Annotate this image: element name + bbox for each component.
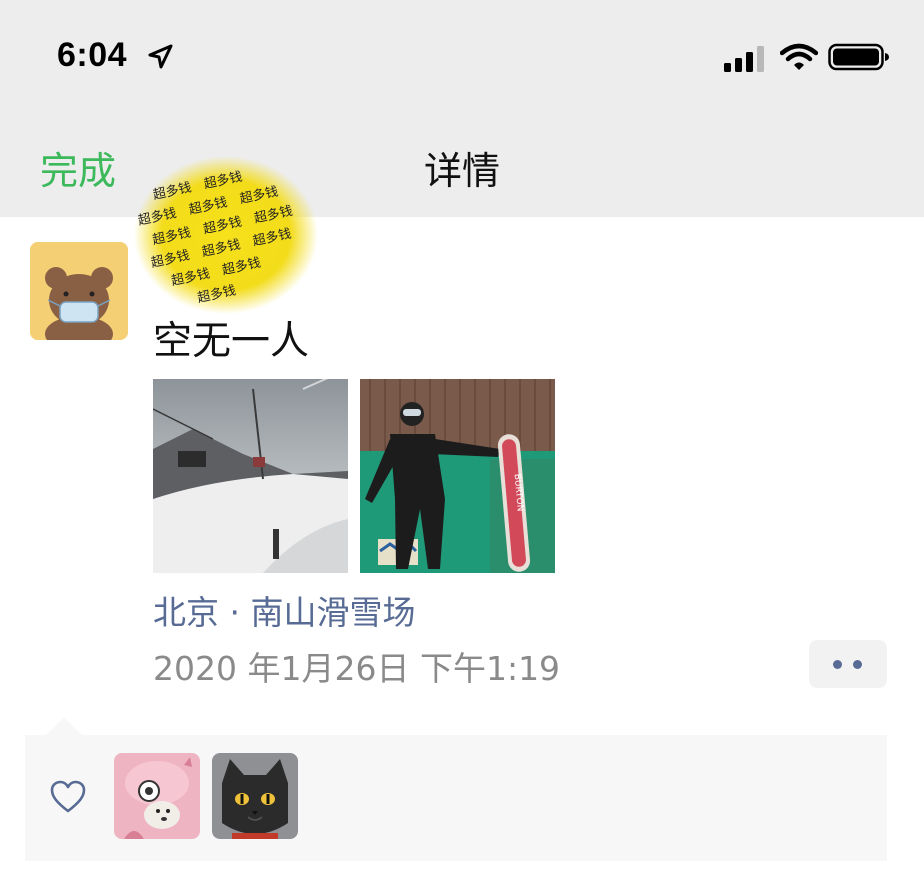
post-photo-ski-lift[interactable]: [153, 379, 348, 573]
money-sticker: 超多钱 超多钱 超多钱 超多钱 超多钱 超多钱 超多钱 超多钱 超多钱 超多钱 …: [134, 156, 318, 314]
more-dots-icon: [853, 660, 862, 669]
pink-dog-avatar: [114, 753, 200, 839]
liker-avatar[interactable]: [114, 753, 200, 839]
post-text: 空无一人: [153, 319, 310, 364]
heart-icon: [50, 780, 86, 813]
location-arrow-icon: [148, 44, 173, 69]
more-options-button[interactable]: [809, 640, 887, 688]
battery-icon: [828, 43, 889, 71]
cellular-signal-icon: [724, 46, 764, 72]
likes-pointer: [46, 717, 82, 735]
post-timestamp: 2020 年1月26日 下午1:19: [153, 649, 561, 688]
author-avatar[interactable]: [30, 242, 128, 340]
post-location-link[interactable]: 北京 · 南山滑雪场: [153, 586, 415, 634]
post-photo-snowboarder[interactable]: BURTON: [360, 379, 555, 573]
liker-avatar[interactable]: [212, 753, 298, 839]
ski-resort-lift-photo: [153, 379, 348, 573]
black-cat-avatar: [212, 753, 298, 839]
more-dots-icon: [833, 660, 842, 669]
snowboarder-burton-photo: BURTON: [360, 379, 555, 573]
status-time: 6:04: [57, 36, 128, 74]
wifi-icon: [780, 43, 818, 70]
bear-with-mask-avatar: [30, 242, 128, 340]
